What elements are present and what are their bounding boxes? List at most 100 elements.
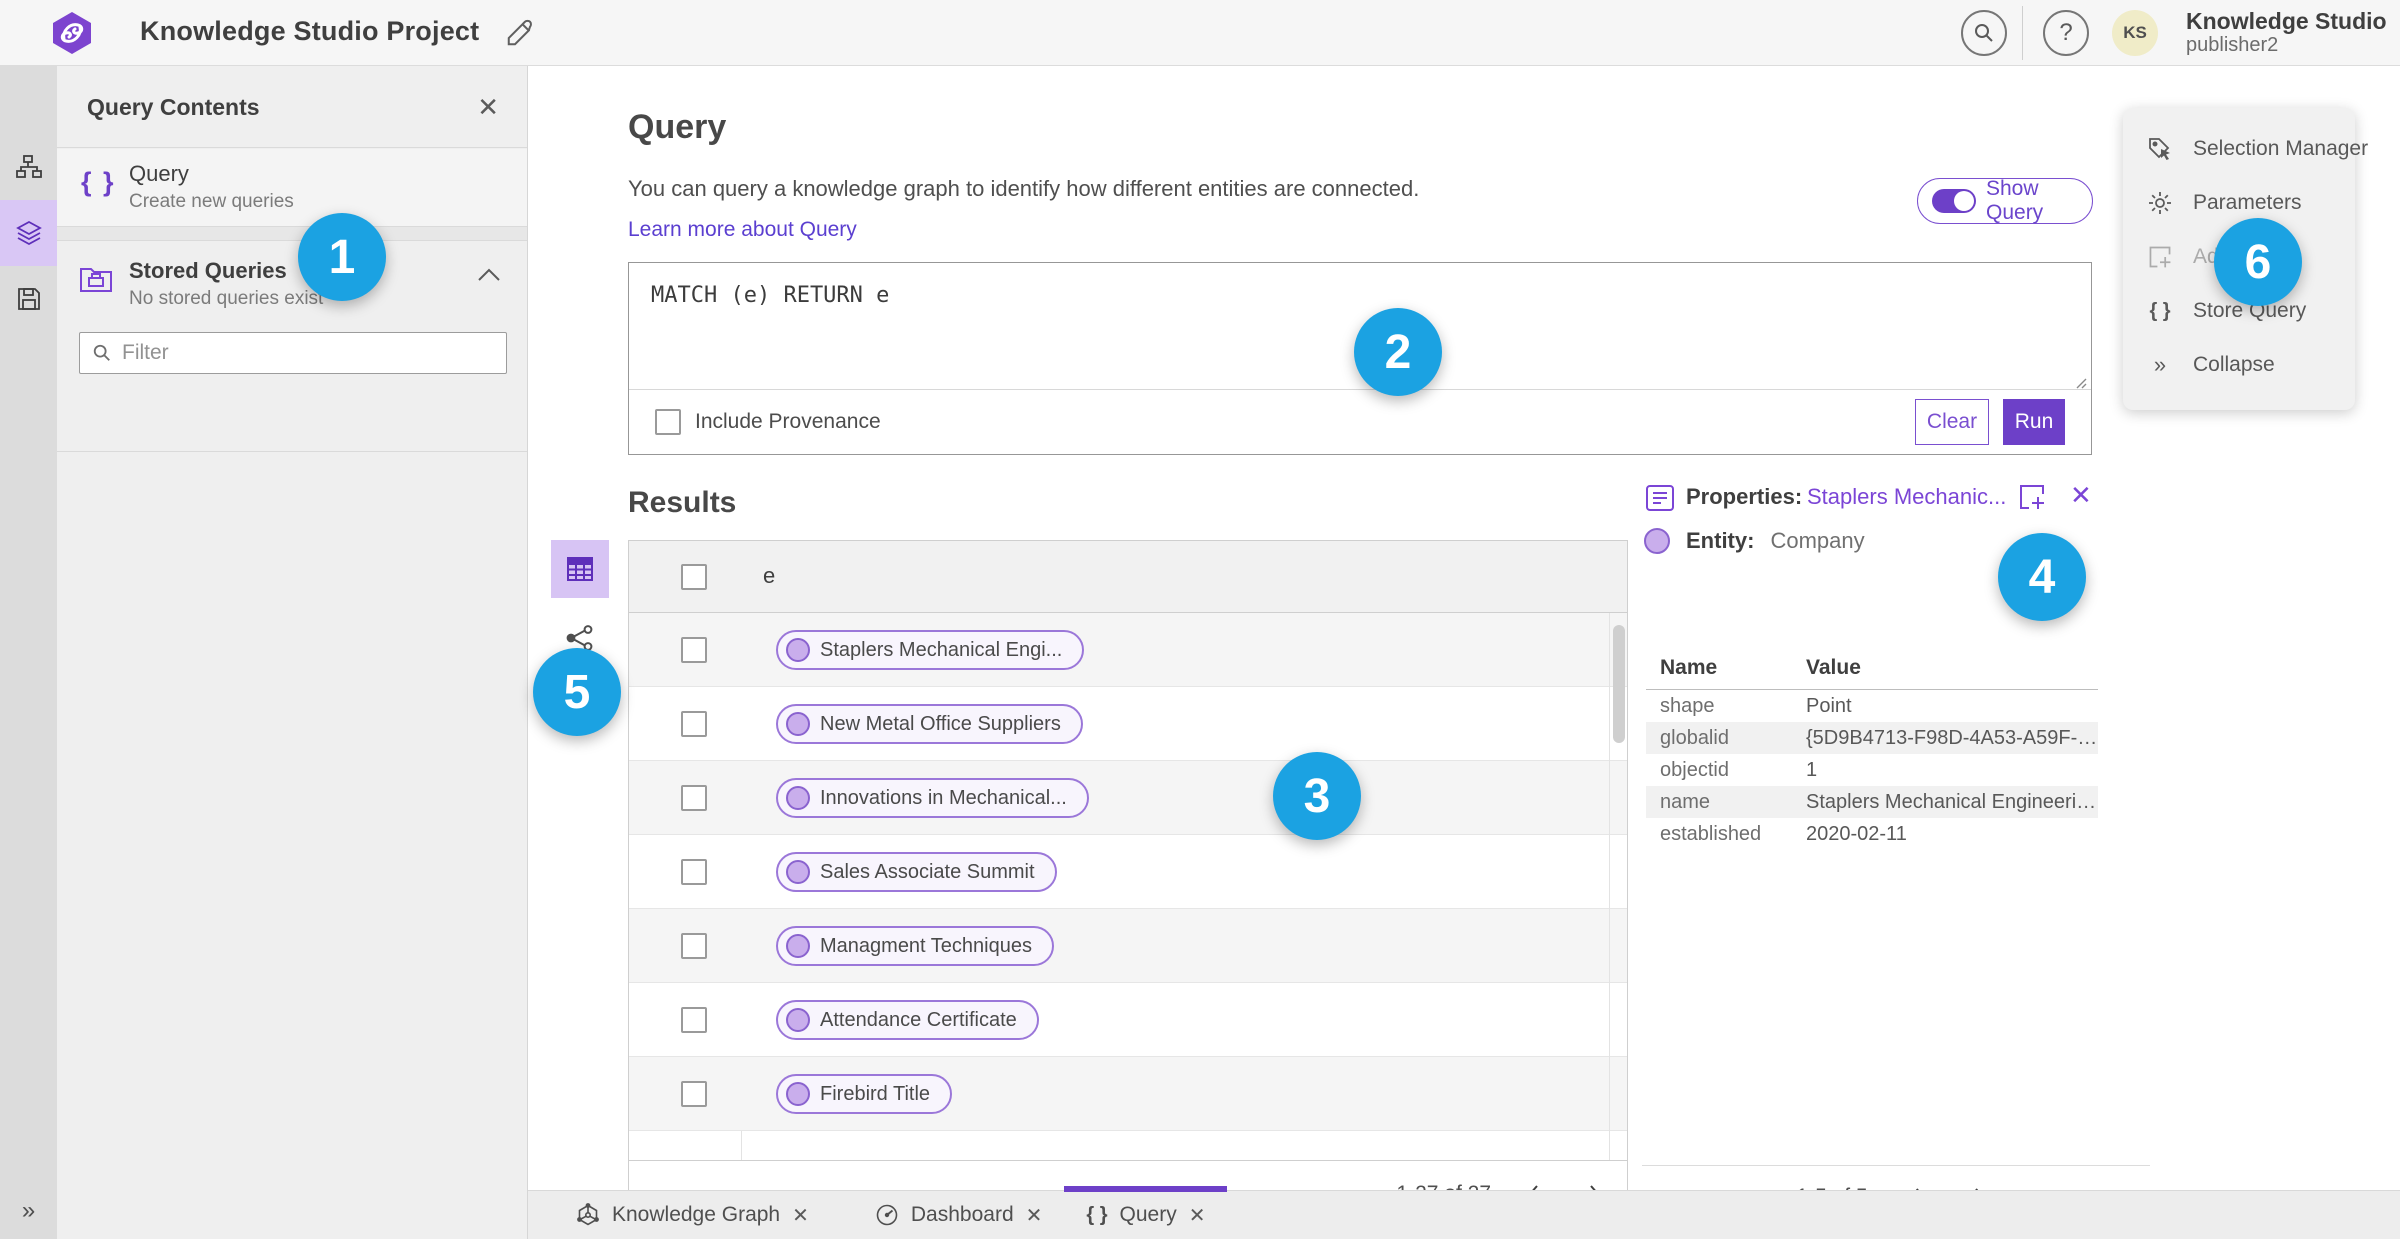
avatar[interactable]: KS — [2112, 10, 2158, 56]
entity-dot-icon — [786, 638, 810, 662]
search-icon — [93, 344, 110, 361]
table-row[interactable]: Innovations in Mechanical... — [629, 761, 1627, 835]
annotation-badge-3: 3 — [1273, 752, 1361, 840]
property-row[interactable]: shape Point — [1646, 690, 2098, 722]
table-row[interactable]: New Metal Office Suppliers — [629, 687, 1627, 761]
entity-dot-icon — [786, 712, 810, 736]
sidebar-item-query[interactable]: { } Query Create new queries — [57, 149, 527, 227]
filter-input[interactable] — [122, 341, 494, 365]
save-icon — [17, 288, 40, 310]
scrollbar-thumb[interactable] — [1613, 625, 1625, 743]
close-tab-icon[interactable]: ✕ — [1189, 1203, 1206, 1228]
table-row[interactable]: Staplers Mechanical Engi... — [629, 613, 1627, 687]
help-button[interactable]: ? — [2043, 10, 2089, 56]
toggle-knob — [1954, 191, 1974, 211]
close-icon[interactable]: ✕ — [2070, 480, 2092, 511]
search-icon — [1975, 24, 1993, 42]
row-checkbox[interactable] — [681, 785, 707, 811]
table-row[interactable]: Managment Techniques — [629, 909, 1627, 983]
rail-layers-button[interactable] — [0, 200, 57, 266]
row-checkbox[interactable] — [681, 711, 707, 737]
results-title: Results — [628, 486, 737, 519]
results-table: e Staplers Mechanical Engi... New Metal … — [628, 540, 1628, 1227]
sidebar-section-stored-queries: Stored Queries No stored queries exist — [57, 242, 527, 452]
learn-more-link[interactable]: Learn more about Query — [628, 218, 857, 242]
table-view-button[interactable] — [551, 540, 609, 598]
left-icon-rail: » — [0, 66, 57, 1239]
entity-pill[interactable]: Staplers Mechanical Engi... — [776, 630, 1085, 670]
edit-title-icon[interactable] — [505, 18, 535, 48]
tab-query[interactable]: { } Query ✕ — [1064, 1186, 1228, 1239]
row-checkbox[interactable] — [681, 1081, 707, 1107]
panel-header: Query Contents ✕ — [57, 66, 527, 148]
bottom-tab-bar: Knowledge Graph ✕ Dashboard ✕ { } Query … — [528, 1186, 2400, 1239]
properties-header: Properties: Staplers Mechanic... ✕ — [1642, 480, 2150, 520]
entity-dot-icon — [786, 1082, 810, 1106]
select-all-checkbox[interactable] — [681, 564, 707, 590]
annotation-badge-5: 5 — [533, 648, 621, 736]
close-tab-icon[interactable]: ✕ — [1026, 1203, 1043, 1228]
close-tab-icon[interactable]: ✕ — [792, 1203, 809, 1228]
column-header-e: e — [763, 563, 776, 588]
col-value: Value — [1806, 656, 1861, 679]
menu-item-selection-manager[interactable]: Selection Manager — [2123, 122, 2368, 176]
section-divider — [57, 227, 527, 241]
entity-pill[interactable]: Managment Techniques — [776, 926, 1054, 966]
row-checkbox[interactable] — [681, 1007, 707, 1033]
panel-title: Query Contents — [87, 94, 260, 120]
properties-form-icon — [1646, 485, 1674, 511]
entity-pill[interactable]: Innovations in Mechanical... — [776, 778, 1089, 818]
double-chevron-right-icon: » — [2153, 352, 2167, 377]
item-subtitle: Create new queries — [129, 191, 294, 212]
results-table-header: e — [629, 541, 1627, 613]
user-menu[interactable]: Knowledge Studio publisher2 — [2186, 8, 2387, 57]
properties-entity-name[interactable]: Staplers Mechanic... — [1807, 484, 2006, 510]
include-provenance-checkbox[interactable] — [655, 409, 681, 435]
query-contents-panel: Query Contents ✕ { } Query Create new qu… — [57, 66, 528, 1239]
rail-save-button[interactable] — [0, 266, 57, 332]
menu-item-collapse[interactable]: » Collapse — [2123, 338, 2355, 392]
entity-dot-icon — [786, 786, 810, 810]
chevron-up-icon[interactable] — [477, 268, 501, 282]
user-name: Knowledge Studio — [2186, 8, 2387, 34]
resize-handle[interactable] — [2073, 375, 2087, 389]
clear-button[interactable]: Clear — [1915, 399, 1989, 445]
scrollbar-track[interactable] — [1609, 613, 1627, 1161]
entity-pill[interactable]: Attendance Certificate — [776, 1000, 1039, 1040]
row-checkbox[interactable] — [681, 859, 707, 885]
add-square-icon — [2147, 244, 2173, 270]
tab-knowledge-graph[interactable]: Knowledge Graph ✕ — [554, 1191, 831, 1239]
entity-label: Entity: — [1686, 528, 1755, 553]
run-button[interactable]: Run — [2003, 399, 2065, 445]
gear-icon — [2147, 190, 2173, 216]
property-row[interactable]: established 2020-02-11 — [1646, 818, 2098, 850]
property-row[interactable]: globalid {5D9B4713-F98D-4A53-A59F-C11... — [1646, 722, 2098, 754]
item-title: Query — [129, 161, 189, 186]
entity-dot-icon — [786, 1008, 810, 1032]
close-icon[interactable]: ✕ — [477, 92, 499, 123]
entity-pill[interactable]: New Metal Office Suppliers — [776, 704, 1083, 744]
stored-queries-subtitle: No stored queries exist — [129, 288, 324, 309]
row-checkbox[interactable] — [681, 933, 707, 959]
layers-icon — [15, 220, 42, 246]
toggle-switch[interactable] — [1932, 189, 1976, 213]
app-logo-icon[interactable] — [50, 11, 94, 55]
properties-label: Properties: — [1686, 484, 1803, 509]
query-editor-footer: Include Provenance Clear Run — [629, 389, 2091, 454]
row-checkbox[interactable] — [681, 637, 707, 663]
entity-dot-icon — [786, 934, 810, 958]
entity-pill[interactable]: Firebird Title — [776, 1074, 953, 1114]
table-row[interactable]: Firebird Title — [629, 1057, 1627, 1131]
col-name: Name — [1660, 656, 1718, 679]
rail-schema-button[interactable] — [0, 134, 57, 200]
tab-dashboard[interactable]: Dashboard ✕ — [853, 1191, 1065, 1239]
add-to-new-icon[interactable] — [2017, 482, 2047, 512]
rail-expand-button[interactable]: » — [0, 1197, 57, 1225]
entity-pill[interactable]: Sales Associate Summit — [776, 852, 1057, 892]
property-row[interactable]: objectid 1 — [1646, 754, 2098, 786]
table-row[interactable]: Sales Associate Summit — [629, 835, 1627, 909]
search-button[interactable] — [1961, 10, 2007, 56]
show-query-toggle[interactable]: Show Query — [1917, 177, 2093, 224]
table-row[interactable]: Attendance Certificate — [629, 983, 1627, 1057]
property-row[interactable]: name Staplers Mechanical Engineering — [1646, 786, 2098, 818]
